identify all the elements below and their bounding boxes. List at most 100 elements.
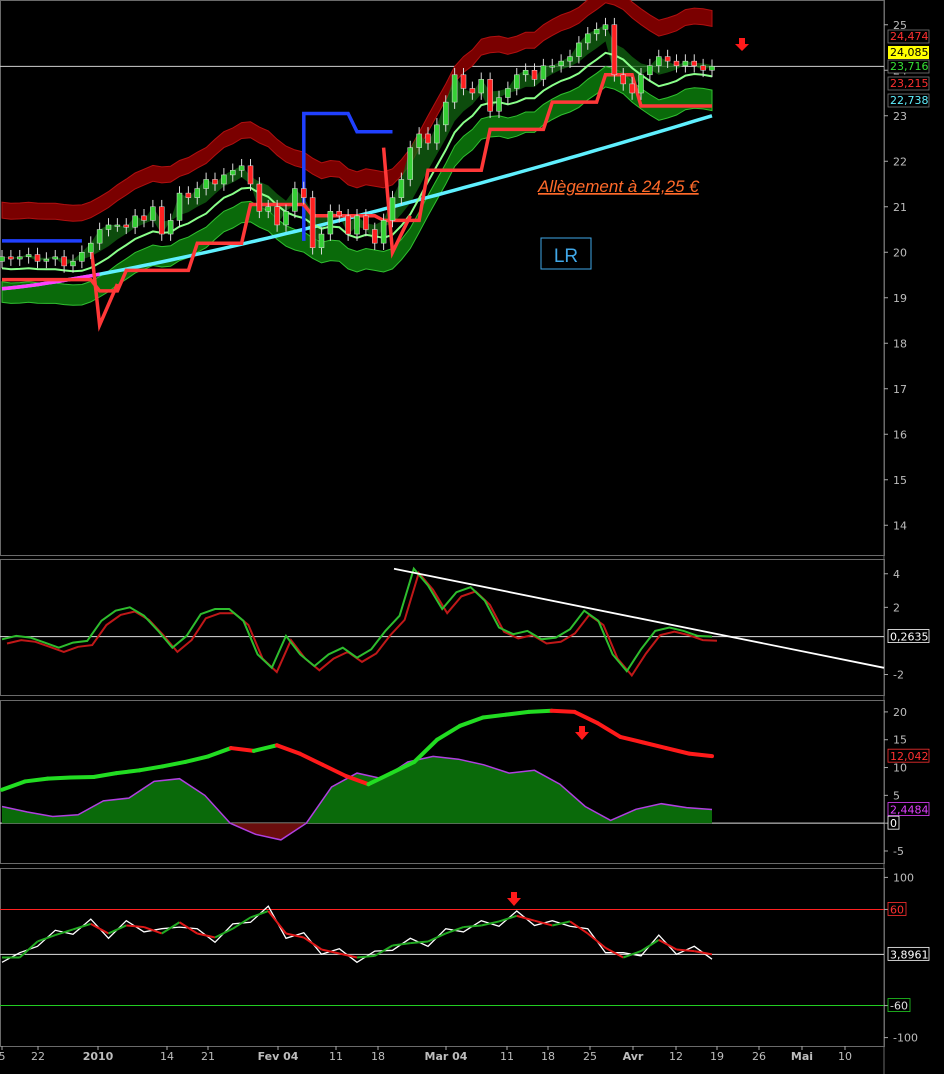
- x-tick-label: 10: [838, 1050, 852, 1063]
- candle-body: [34, 254, 41, 262]
- candle-body: [256, 183, 263, 212]
- price-label: 22,738: [890, 94, 929, 107]
- price-tick-label: 21: [893, 201, 907, 214]
- candle-body: [96, 229, 103, 244]
- x-tick-label: 11: [500, 1050, 514, 1063]
- candle-body: [123, 224, 129, 228]
- candle-body: [443, 101, 449, 126]
- osc2-tick-label: 20: [893, 706, 907, 719]
- candle-body: [522, 70, 529, 76]
- price-tick-label: 20: [893, 246, 907, 259]
- candle-body: [43, 258, 50, 262]
- oscillator-1-panel: [0, 559, 885, 696]
- x-tick-label: Avr: [623, 1050, 644, 1063]
- candle-body: [664, 56, 671, 62]
- candle-body: [336, 211, 342, 217]
- price-tick-label: 19: [893, 292, 907, 305]
- candle-body: [327, 211, 334, 235]
- candle-body: [496, 97, 502, 112]
- candle-body: [345, 215, 351, 235]
- price-label: 24,085: [890, 46, 929, 59]
- candle-body: [593, 29, 600, 35]
- x-tick-label: Fev 04: [258, 1050, 299, 1063]
- candle-body: [567, 56, 573, 62]
- candle-body: [185, 192, 192, 198]
- candle-body: [301, 188, 307, 198]
- x-tick-label: 5: [0, 1050, 6, 1063]
- osc1-tick-label: -2: [893, 669, 904, 682]
- candle-body: [380, 220, 387, 244]
- x-tick-label: 25: [583, 1050, 597, 1063]
- candle-body: [363, 215, 369, 230]
- candle-body: [478, 79, 484, 94]
- candle-body: [238, 165, 245, 171]
- x-tick-label: Mar 04: [425, 1050, 468, 1063]
- osc1-tick-label: 2: [893, 601, 900, 614]
- candle-body: [549, 65, 555, 68]
- candle-body: [611, 24, 618, 76]
- candle-body: [460, 74, 467, 89]
- x-tick-label: Mai: [791, 1050, 813, 1063]
- y-axes: 25242322212019181716151424,47424,08523,7…: [884, 19, 930, 1045]
- candle-body: [194, 188, 200, 198]
- candle-body: [318, 233, 325, 248]
- osc2-signal-segment: [22, 776, 50, 784]
- candle-body: [247, 165, 254, 185]
- osc2-signal-segment: [68, 774, 96, 780]
- candle-body: [487, 79, 493, 112]
- candle-body: [656, 56, 662, 66]
- candle-body: [230, 170, 236, 176]
- candle-body: [620, 74, 626, 85]
- x-tick-label: 22: [31, 1050, 45, 1063]
- osc2-signal-segment: [687, 751, 714, 759]
- candle-body: [79, 252, 85, 262]
- price-label: 24,474: [890, 30, 929, 43]
- osc2-signal-segment: [229, 746, 256, 753]
- candle-body: [514, 74, 520, 89]
- technical-chart: 25242322212019181716151424,47424,08523,7…: [0, 0, 930, 1074]
- candle-body: [176, 192, 183, 221]
- candle-body: [451, 74, 458, 103]
- price-label: 23,716: [890, 60, 929, 73]
- candle-body: [647, 65, 653, 76]
- x-tick-label: 12: [669, 1050, 683, 1063]
- candle-body: [309, 197, 316, 248]
- osc2-signal-segment: [480, 712, 508, 720]
- candle-body: [602, 24, 609, 30]
- osc3-tick-label: 100: [893, 871, 914, 884]
- osc2-tick-label: 5: [893, 789, 900, 802]
- candle-body: [585, 33, 591, 44]
- candle-body: [425, 133, 431, 144]
- candle-body: [25, 254, 32, 258]
- lr-badge-label: LR: [554, 246, 578, 267]
- candle-body: [212, 179, 218, 185]
- x-tick-label: 18: [371, 1050, 385, 1063]
- osc3-value-label: 3,8961: [890, 948, 929, 961]
- candle-body: [265, 206, 271, 212]
- candle-body: [274, 206, 280, 226]
- candle-body: [52, 256, 58, 260]
- osc2-tick-label: -5: [893, 845, 904, 858]
- osc2-value-label: 12,042: [890, 750, 929, 763]
- candle-body: [398, 179, 405, 198]
- candle-body: [105, 224, 112, 230]
- price-tick-label: 22: [893, 155, 907, 168]
- osc1-value-label: 0,2635: [890, 631, 929, 644]
- candle-body: [638, 74, 644, 94]
- annotation-text: Allègement à 24,25 €: [537, 177, 700, 196]
- x-tick-label: 26: [752, 1050, 766, 1063]
- osc2-signal-segment: [526, 708, 554, 714]
- candle-body: [629, 83, 635, 94]
- candle-body: [407, 147, 413, 180]
- candle-body: [505, 88, 511, 98]
- price-tick-label: 14: [893, 519, 907, 532]
- oscillator-3-panel: [0, 868, 885, 1047]
- candle-body: [531, 70, 538, 80]
- price-tick-label: 17: [893, 383, 907, 396]
- candle-body: [114, 224, 121, 227]
- candle-body: [389, 197, 396, 221]
- x-tick-label: 19: [710, 1050, 724, 1063]
- price-tick-label: 23: [893, 110, 907, 123]
- osc1-tick-label: 4: [893, 568, 900, 581]
- candle-body: [576, 42, 582, 57]
